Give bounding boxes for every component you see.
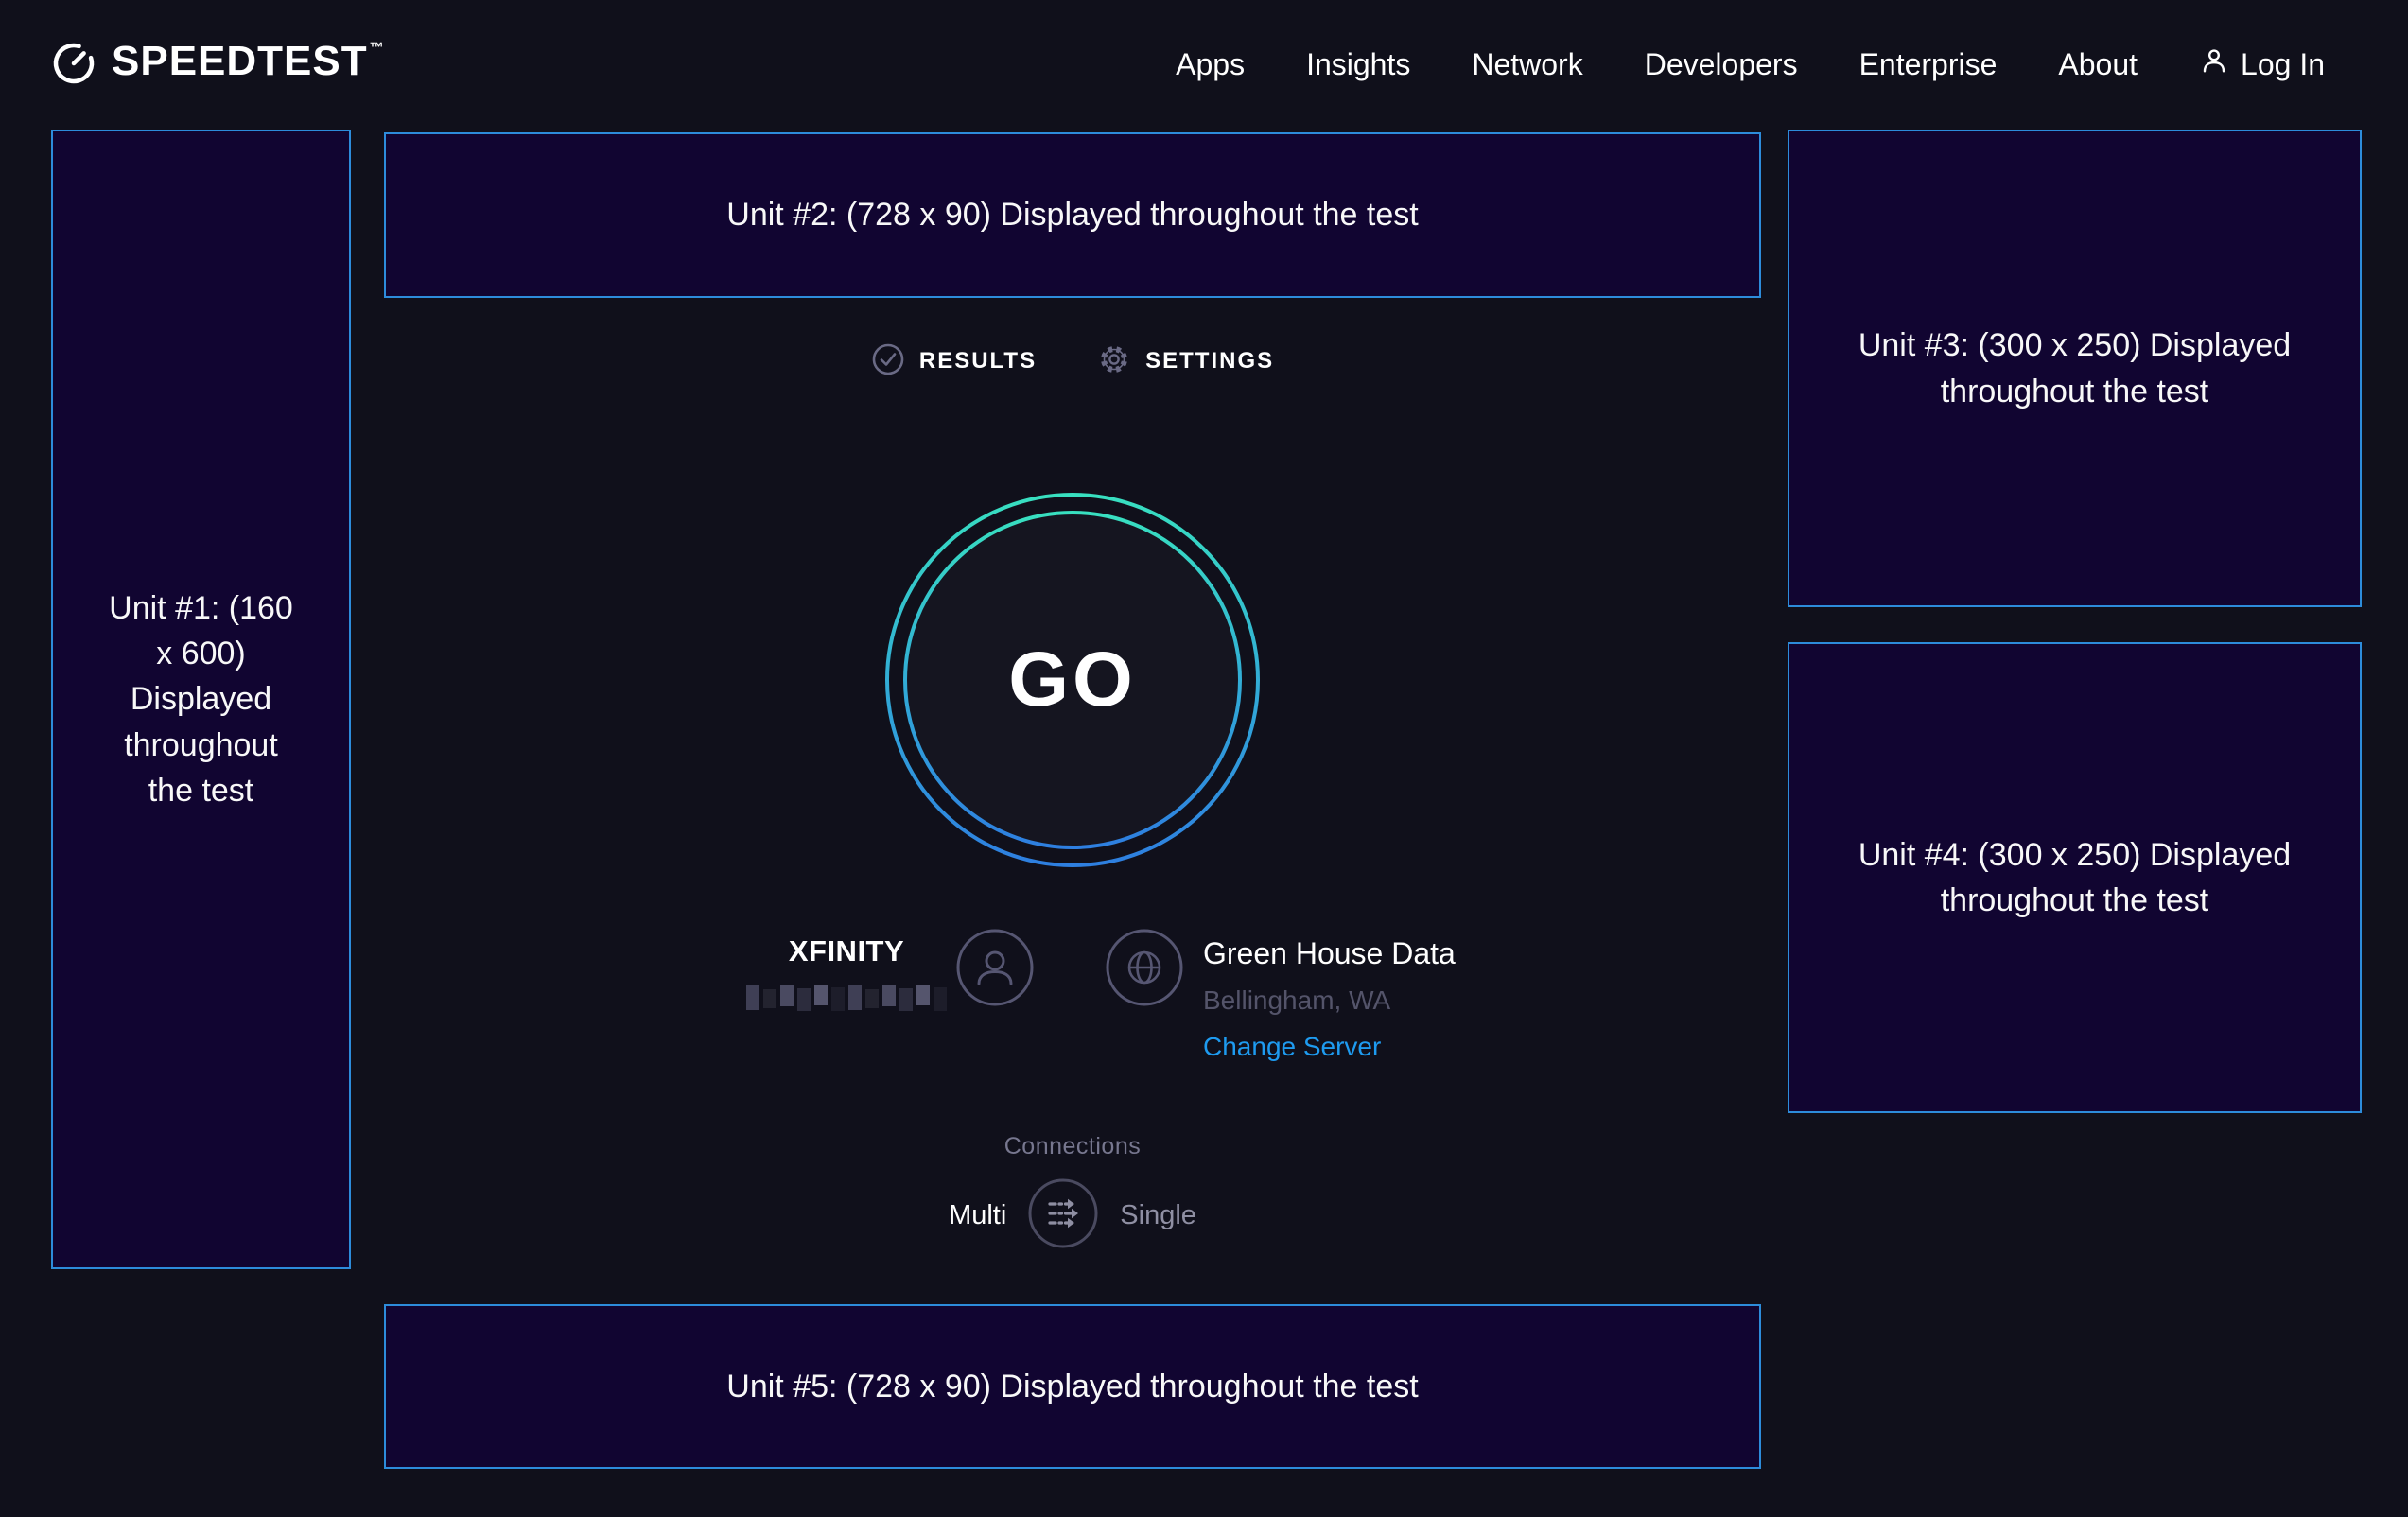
connections-multi-option[interactable]: Multi	[949, 1200, 1006, 1231]
isp-name: XFINITY	[705, 934, 988, 968]
header: SPEEDTEST™ Apps Insights Network Develop…	[0, 0, 2408, 129]
ad-unit-1[interactable]: Unit #1: (160 x 600) Displayed throughou…	[51, 130, 351, 1269]
ad-unit-3-text: Unit #3: (300 x 250) Displayed throughou…	[1858, 323, 2293, 414]
ad-unit-1-text: Unit #1: (160 x 600) Displayed throughou…	[101, 585, 302, 813]
isp-block: XFINITY	[705, 934, 988, 1011]
connections-toggle-icon[interactable]	[1027, 1177, 1099, 1254]
logo-text: SPEEDTEST™	[112, 39, 385, 84]
globe-icon	[1105, 928, 1184, 1012]
connections-label: Connections	[384, 1133, 1761, 1160]
tabs-bar: RESULTS SETTINGS	[384, 339, 1761, 384]
speedtest-logo[interactable]: SPEEDTEST™	[51, 39, 385, 91]
tab-settings-label: SETTINGS	[1145, 348, 1274, 375]
change-server-link[interactable]: Change Server	[1203, 1032, 1456, 1062]
server-name: Green House Data	[1203, 936, 1456, 971]
tab-results-label: RESULTS	[919, 348, 1037, 375]
user-icon	[2199, 45, 2229, 83]
go-button[interactable]: GO	[881, 489, 1264, 871]
nav-item-about[interactable]: About	[2058, 47, 2138, 82]
go-label: GO	[881, 489, 1264, 871]
check-circle-icon	[871, 342, 905, 381]
login-label: Log In	[2241, 47, 2325, 82]
connections-row: Multi Single	[384, 1173, 1761, 1258]
tab-settings[interactable]: SETTINGS	[1097, 342, 1274, 381]
connections-single-option[interactable]: Single	[1120, 1200, 1196, 1231]
isp-user-icon	[955, 928, 1035, 1012]
trademark-symbol: ™	[370, 40, 385, 56]
tab-results[interactable]: RESULTS	[871, 342, 1037, 381]
nav-item-apps[interactable]: Apps	[1176, 47, 1245, 82]
ad-unit-2-text: Unit #2: (728 x 90) Displayed throughout…	[726, 192, 1418, 237]
login-button[interactable]: Log In	[2199, 45, 2325, 83]
censored-ip	[744, 985, 949, 1011]
ad-unit-5-text: Unit #5: (728 x 90) Displayed throughout…	[726, 1364, 1418, 1409]
server-location: Bellingham, WA	[1203, 985, 1456, 1016]
nav-item-network[interactable]: Network	[1472, 47, 1582, 82]
nav-item-developers[interactable]: Developers	[1645, 47, 1798, 82]
ad-unit-5[interactable]: Unit #5: (728 x 90) Displayed throughout…	[384, 1304, 1761, 1469]
speedtest-page: SPEEDTEST™ Apps Insights Network Develop…	[0, 0, 2408, 1517]
ad-unit-4[interactable]: Unit #4: (300 x 250) Displayed throughou…	[1788, 642, 2362, 1113]
ad-unit-4-text: Unit #4: (300 x 250) Displayed throughou…	[1858, 832, 2293, 924]
ad-unit-3[interactable]: Unit #3: (300 x 250) Displayed throughou…	[1788, 130, 2362, 607]
nav-item-insights[interactable]: Insights	[1306, 47, 1410, 82]
ad-unit-2[interactable]: Unit #2: (728 x 90) Displayed throughout…	[384, 132, 1761, 298]
speedometer-icon	[51, 39, 96, 91]
gear-icon	[1097, 342, 1131, 381]
nav-item-enterprise[interactable]: Enterprise	[1859, 47, 1998, 82]
server-block: Green House Data Bellingham, WA Change S…	[1203, 936, 1456, 1062]
main-nav: Apps Insights Network Developers Enterpr…	[1176, 45, 2325, 83]
